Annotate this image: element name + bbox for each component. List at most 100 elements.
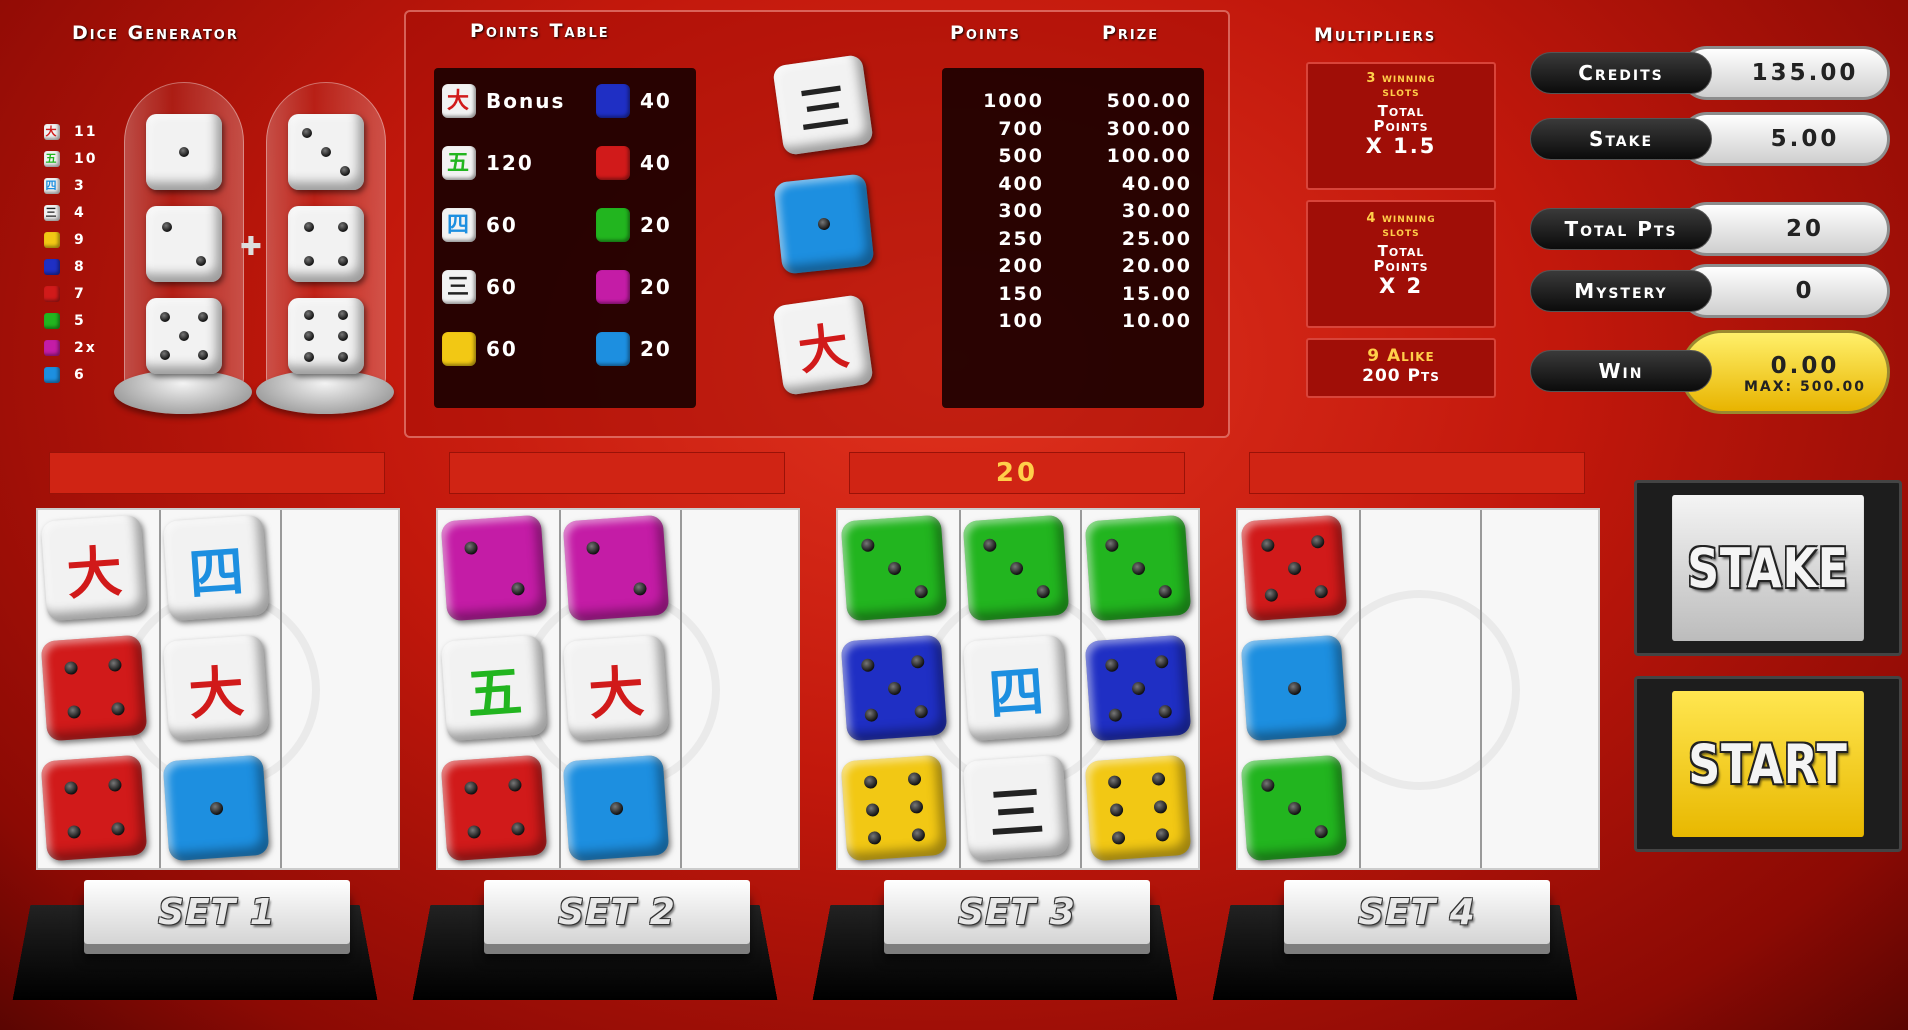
set-die (562, 754, 670, 862)
points-value: 40 (640, 151, 672, 175)
die-pip (337, 309, 348, 320)
die-pip (1107, 707, 1122, 722)
points-die-icon (596, 332, 630, 366)
set-button-1[interactable]: SET 1 (84, 880, 350, 944)
grid-column-line (680, 510, 682, 868)
prize-points: 1000 (983, 90, 1044, 112)
generator-die (288, 206, 364, 282)
points-value: 60 (486, 213, 518, 237)
die-pip (110, 701, 125, 716)
die-pip (337, 222, 348, 233)
prize-row: 700 300.00 (942, 118, 1204, 140)
set-score-header (49, 452, 385, 494)
grid-column-line (1359, 510, 1361, 868)
legend-die-icon: 三 (44, 205, 60, 221)
die-pip (860, 537, 875, 552)
points-left-entry: 60 (442, 332, 518, 366)
set-die (562, 514, 670, 622)
die-pip (466, 824, 481, 839)
die-pip (304, 352, 315, 363)
points-value: 60 (486, 337, 518, 361)
points-die-icon (596, 270, 630, 304)
total-points-meter: Total Pts 20 (1530, 202, 1892, 256)
legend-row: 9 (44, 232, 86, 248)
set-score-header (1249, 452, 1585, 494)
points-right-entry: 20 (596, 332, 672, 366)
set-die: 五 (440, 634, 548, 742)
points-value: 40 (640, 89, 672, 113)
die-pip (867, 830, 881, 845)
points-die-icon (596, 146, 630, 180)
legend-value: 6 (74, 367, 86, 383)
set-die (1240, 634, 1348, 742)
dice-tube-base-right (256, 370, 394, 414)
stake-label: Stake (1530, 118, 1712, 160)
die-pip (321, 147, 331, 157)
die-pip (1313, 584, 1328, 599)
set-button-2[interactable]: SET 2 (484, 880, 750, 944)
legend-die-icon: 大 (44, 124, 60, 140)
prize-amount: 15.00 (1121, 282, 1192, 305)
die-pip (1009, 561, 1023, 575)
legend-value: 9 (74, 232, 86, 248)
nine-alike-label: 9 Alike (1367, 346, 1435, 366)
win-value: 0.00 (1770, 353, 1840, 379)
die-pip (463, 540, 478, 555)
feature-die: 大 (772, 294, 874, 396)
win-label: Win (1530, 350, 1712, 392)
set-button-4[interactable]: SET 4 (1284, 880, 1550, 944)
die-pip (337, 255, 348, 266)
die-pip (1109, 802, 1123, 817)
legend-die-icon (44, 367, 60, 383)
die-pip (179, 331, 189, 341)
set-die: 三 (962, 754, 1070, 862)
legend-row: 2x (44, 340, 97, 356)
die-pip (1104, 537, 1119, 552)
die-pip (863, 707, 878, 722)
prize-points: 100 (998, 310, 1044, 332)
multiplier-3-line4: Points (1373, 117, 1429, 135)
start-button[interactable]: START (1672, 691, 1864, 837)
prize-row: 400 40.00 (942, 173, 1204, 195)
grid-column-line (559, 510, 561, 868)
set-button-3[interactable]: SET 3 (884, 880, 1150, 944)
multiplier-9-alike: 9 Alike 200 Pts (1306, 338, 1496, 398)
die-pip (107, 777, 122, 792)
prize-points: 400 (998, 172, 1044, 195)
points-left-entry: 四 60 (442, 208, 518, 242)
die-glyph-icon: 四 (986, 658, 1047, 727)
prize-points: 250 (998, 227, 1044, 250)
multiplier-4-line4: Points (1373, 257, 1429, 275)
legend-row: 四3 (44, 178, 86, 194)
die-pip (1131, 561, 1145, 575)
die-pip (209, 801, 223, 815)
grid-column-line (959, 510, 961, 868)
dice-generator-title: Dice Generator (72, 22, 239, 44)
set-grid (1236, 508, 1600, 870)
die-pip (510, 581, 525, 596)
generator-die (146, 206, 222, 282)
prize-row: 300 30.00 (942, 200, 1204, 222)
mystery-meter: Mystery 0 (1530, 264, 1892, 318)
die-pip (110, 821, 125, 836)
prize-points: 700 (998, 117, 1044, 140)
grid-column-line (159, 510, 161, 868)
multiplier-4-line2: slots (1382, 225, 1420, 240)
points-die-icon: 五 (442, 146, 476, 180)
stake-button[interactable]: STAKE (1672, 495, 1864, 641)
die-pip (66, 704, 81, 719)
set-die: 四 (162, 514, 270, 622)
die-pip (1131, 681, 1145, 695)
points-die-icon: 四 (442, 208, 476, 242)
dice-tube-base-left (114, 370, 252, 414)
prize-amount: 300.00 (1106, 117, 1192, 140)
prize-amount: 100.00 (1106, 145, 1192, 167)
prize-amount: 10.00 (1121, 310, 1192, 332)
die-pip (179, 147, 189, 157)
points-left-entry: 大 Bonus (442, 84, 565, 118)
points-value: 20 (640, 337, 672, 361)
generator-die (146, 298, 222, 374)
points-right-entry: 40 (596, 84, 672, 118)
grid-column-line (280, 510, 282, 868)
points-value: 60 (486, 275, 518, 299)
